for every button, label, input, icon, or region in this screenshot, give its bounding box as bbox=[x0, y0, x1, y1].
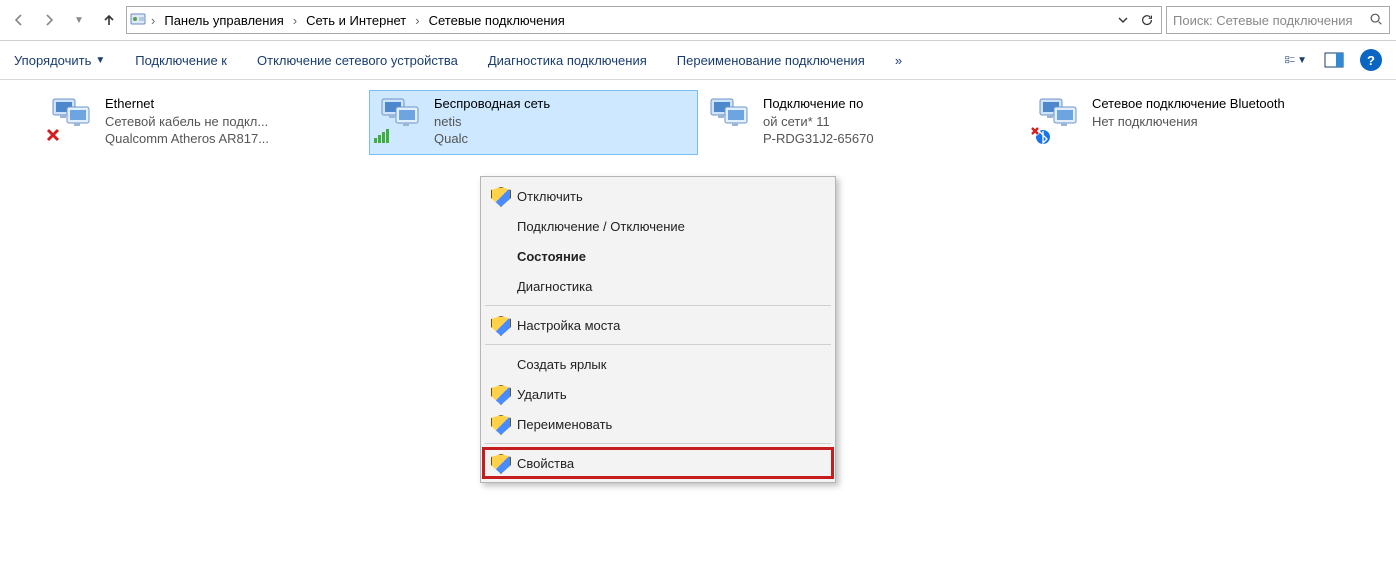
connection-device: Qualcomm Atheros AR817... bbox=[105, 130, 269, 148]
menu-separator bbox=[485, 305, 831, 306]
toolbar-diagnose[interactable]: Диагностика подключения bbox=[488, 53, 647, 68]
toolbar-disable-device[interactable]: Отключение сетевого устройства bbox=[257, 53, 458, 68]
signal-overlay-icon bbox=[372, 125, 392, 145]
view-options-button[interactable]: ▼ bbox=[1284, 48, 1308, 72]
toolbar-rename[interactable]: Переименование подключения bbox=[677, 53, 865, 68]
nav-back-button[interactable] bbox=[6, 7, 32, 33]
search-input[interactable]: Поиск: Сетевые подключения bbox=[1166, 6, 1390, 34]
connection-title: Беспроводная сеть bbox=[434, 95, 550, 113]
recent-locations-button[interactable]: ▼ bbox=[66, 7, 92, 33]
context-menu-item[interactable]: Удалить bbox=[483, 379, 833, 409]
context-menu-item[interactable]: Диагностика bbox=[483, 271, 833, 301]
context-menu-item[interactable]: Свойства bbox=[483, 448, 833, 478]
error-overlay-icon bbox=[43, 125, 63, 145]
context-menu-item[interactable]: Состояние bbox=[483, 241, 833, 271]
refresh-button[interactable] bbox=[1135, 8, 1159, 32]
context-menu-item[interactable]: Подключение / Отключение bbox=[483, 211, 833, 241]
chevron-right-icon: › bbox=[291, 13, 299, 28]
connection-status: ой сети* 11 bbox=[763, 113, 874, 131]
toolbar-connect-to[interactable]: Подключение к bbox=[135, 53, 227, 68]
connection-status: Нет подключения bbox=[1092, 113, 1285, 131]
connection-status: netis bbox=[434, 113, 550, 131]
preview-pane-button[interactable] bbox=[1322, 48, 1346, 72]
nav-forward-button[interactable] bbox=[36, 7, 62, 33]
breadcrumb[interactable]: Сетевые подключения bbox=[424, 11, 570, 30]
connection-title: Ethernet bbox=[105, 95, 269, 113]
connection-item[interactable]: Подключение по ой сети* 11 P-RDG31J2-656… bbox=[698, 90, 1027, 155]
context-menu-item[interactable]: Создать ярлык bbox=[483, 349, 833, 379]
connection-title: Сетевое подключение Bluetooth bbox=[1092, 95, 1285, 113]
chevron-down-icon: ▼ bbox=[95, 55, 105, 66]
connection-device: Qualc bbox=[434, 130, 550, 148]
control-panel-icon bbox=[129, 11, 147, 29]
connection-item[interactable]: Сетевое подключение Bluetooth Нет подклю… bbox=[1027, 90, 1356, 155]
breadcrumb[interactable]: Сеть и Интернет bbox=[301, 11, 411, 30]
connections-view: Ethernet Сетевой кабель не подкл... Qual… bbox=[0, 80, 1396, 165]
chevron-right-icon: › bbox=[413, 13, 421, 28]
search-icon bbox=[1369, 12, 1383, 29]
help-button[interactable]: ? bbox=[1360, 49, 1382, 71]
address-history-button[interactable] bbox=[1111, 8, 1135, 32]
address-box[interactable]: › Панель управления › Сеть и Интернет › … bbox=[126, 6, 1162, 34]
connection-item[interactable]: Ethernet Сетевой кабель не подкл... Qual… bbox=[40, 90, 369, 155]
context-menu-item[interactable]: Настройка моста bbox=[483, 310, 833, 340]
toolbar: Упорядочить ▼ Подключение к Отключение с… bbox=[0, 41, 1396, 80]
connection-device: P-RDG31J2-65670 bbox=[763, 130, 874, 148]
nav-up-button[interactable] bbox=[96, 7, 122, 33]
menu-separator bbox=[485, 344, 831, 345]
organize-menu[interactable]: Упорядочить ▼ bbox=[14, 53, 105, 68]
context-menu-item[interactable]: Переименовать bbox=[483, 409, 833, 439]
breadcrumb[interactable]: Панель управления bbox=[159, 11, 288, 30]
chevron-right-icon: › bbox=[149, 13, 157, 28]
search-placeholder: Поиск: Сетевые подключения bbox=[1173, 13, 1363, 28]
connection-title: Подключение по bbox=[763, 95, 874, 113]
context-menu-item[interactable]: Отключить bbox=[483, 181, 833, 211]
connection-item[interactable]: Беспроводная сеть netis Qualc bbox=[369, 90, 698, 155]
network-adapter-icon bbox=[376, 95, 426, 143]
connection-status: Сетевой кабель не подкл... bbox=[105, 113, 269, 131]
toolbar-overflow[interactable]: » bbox=[895, 53, 902, 68]
context-menu: ОтключитьПодключение / ОтключениеСостоян… bbox=[480, 176, 836, 483]
menu-separator bbox=[485, 443, 831, 444]
address-bar: ▼ › Панель управления › Сеть и Интернет … bbox=[0, 0, 1396, 41]
network-adapter-icon bbox=[705, 95, 755, 143]
bt-error-overlay-icon bbox=[1030, 125, 1050, 145]
network-adapter-icon bbox=[47, 95, 97, 143]
network-adapter-icon bbox=[1034, 95, 1084, 143]
